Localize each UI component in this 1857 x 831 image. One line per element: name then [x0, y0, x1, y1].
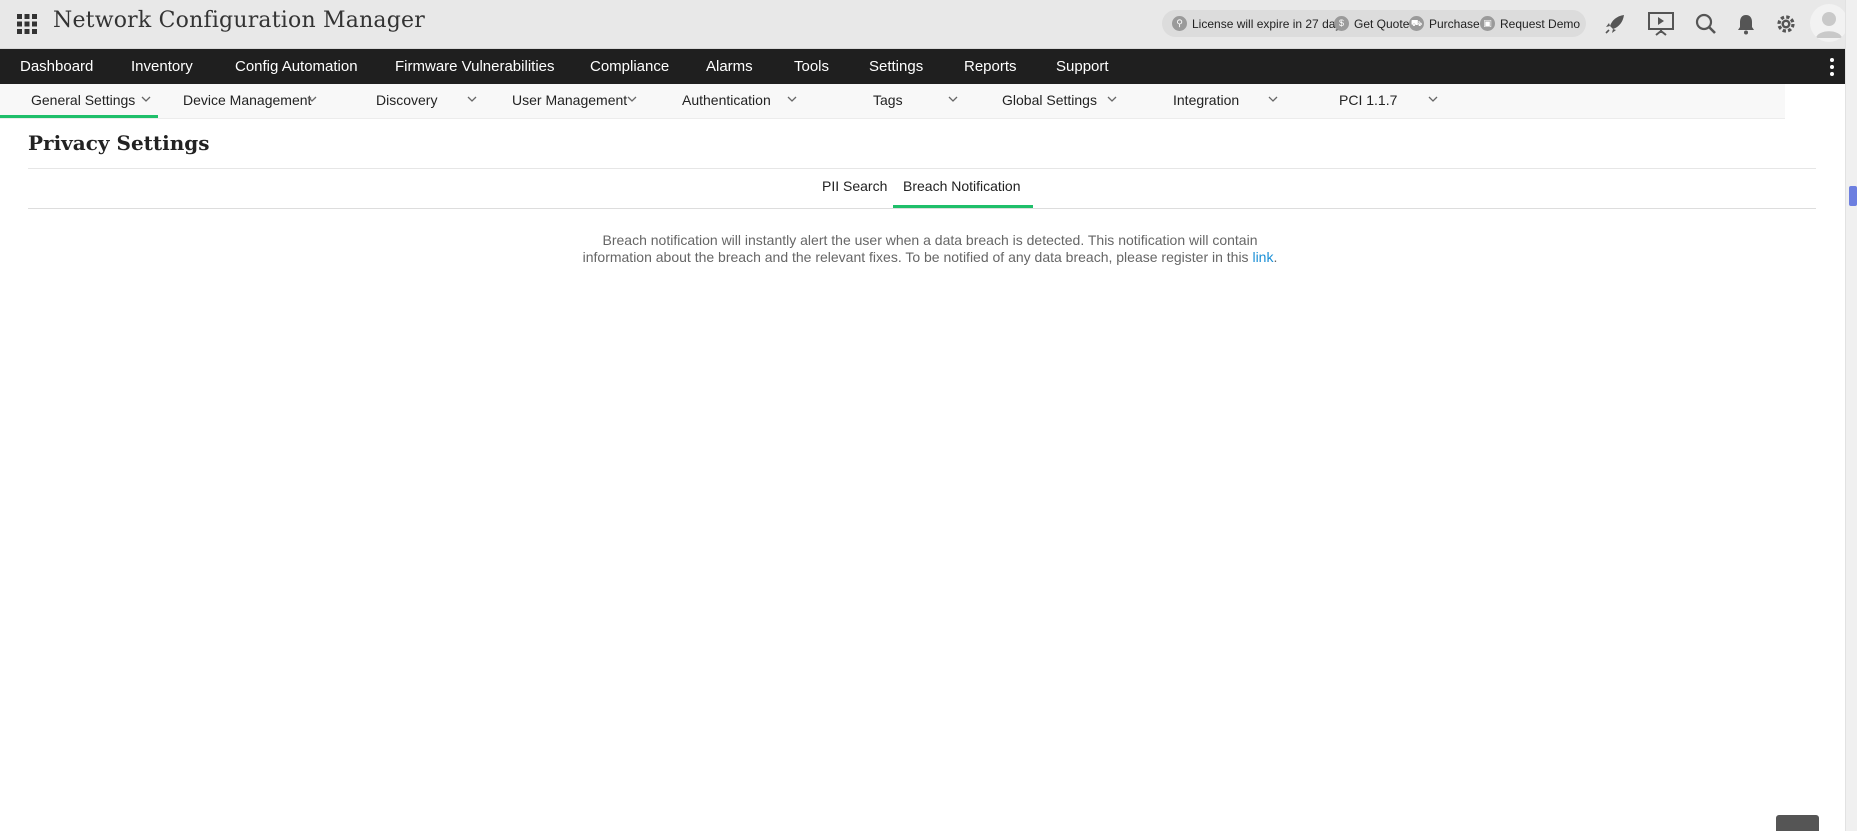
- subnav-authentication[interactable]: Authentication: [675, 84, 805, 118]
- chevron-down-icon: [307, 96, 317, 102]
- apps-grid-icon[interactable]: [16, 13, 38, 35]
- subnav-tags[interactable]: Tags: [865, 84, 965, 118]
- page-title: Privacy Settings: [28, 131, 210, 155]
- presentation-icon[interactable]: [1647, 10, 1675, 38]
- gear-icon[interactable]: [1772, 10, 1800, 38]
- chevron-down-icon: [1428, 96, 1438, 102]
- search-icon[interactable]: [1692, 10, 1720, 38]
- app-title: Network Configuration Manager: [53, 8, 425, 33]
- more-options-icon[interactable]: [1828, 57, 1836, 77]
- bell-icon[interactable]: [1732, 10, 1760, 38]
- cart-icon: ⛟: [1409, 16, 1424, 31]
- nav-settings[interactable]: Settings: [869, 49, 923, 84]
- request-demo-link[interactable]: ▣ Request Demo: [1480, 10, 1580, 37]
- license-expiry-text: License will expire in 27 days: [1192, 16, 1348, 31]
- nav-support[interactable]: Support: [1056, 49, 1109, 84]
- subnav-discovery[interactable]: Discovery: [370, 84, 480, 118]
- nav-alarms[interactable]: Alarms: [706, 49, 753, 84]
- subnav-general-settings[interactable]: General Settings: [0, 84, 158, 118]
- chevron-down-icon: [1107, 96, 1117, 102]
- chevron-down-icon: [141, 96, 151, 102]
- tab-breach-notification[interactable]: Breach Notification: [903, 178, 1021, 194]
- description-line-1: Breach notification will instantly alert…: [602, 232, 1258, 248]
- side-panel-handle[interactable]: [1849, 186, 1857, 206]
- subnav-integration[interactable]: Integration: [1165, 84, 1280, 118]
- subnav-label: PCI 1.1.7: [1339, 92, 1398, 108]
- nav-dashboard[interactable]: Dashboard: [20, 49, 93, 84]
- subnav-label: General Settings: [31, 92, 136, 108]
- purchase-link[interactable]: ⛟ Purchase: [1409, 10, 1480, 37]
- subnav-label: Device Management: [183, 92, 312, 108]
- subnav-label: Integration: [1173, 92, 1240, 108]
- active-tab-indicator: [0, 115, 158, 118]
- subnav-label: Global Settings: [1002, 92, 1097, 108]
- dollar-icon: $: [1334, 16, 1349, 31]
- license-icon: ⚲: [1172, 16, 1187, 31]
- nav-reports[interactable]: Reports: [964, 49, 1017, 84]
- subnav-label: User Management: [512, 92, 628, 108]
- rocket-icon[interactable]: [1601, 10, 1629, 38]
- main-navigation: Dashboard Inventory Config Automation Fi…: [0, 49, 1845, 84]
- chevron-down-icon: [467, 96, 477, 102]
- nav-config-automation[interactable]: Config Automation: [235, 49, 358, 84]
- breach-notification-description: Breach notification will instantly alert…: [540, 232, 1320, 266]
- subnav-device-management[interactable]: Device Management: [170, 84, 330, 118]
- nav-tools[interactable]: Tools: [794, 49, 829, 84]
- chevron-down-icon: [1268, 96, 1278, 102]
- divider: [28, 168, 1816, 169]
- register-link[interactable]: link: [1252, 249, 1273, 265]
- nav-inventory[interactable]: Inventory: [131, 49, 193, 84]
- chevron-down-icon: [627, 96, 637, 102]
- nav-firmware-vulnerabilities[interactable]: Firmware Vulnerabilities: [395, 49, 555, 84]
- subnav-global-settings[interactable]: Global Settings: [995, 84, 1125, 118]
- description-line-2: information about the breach and the rel…: [582, 249, 1278, 265]
- chat-widget-icon[interactable]: [1776, 815, 1819, 831]
- top-header: Network Configuration Manager ⚲ License …: [0, 0, 1857, 49]
- settings-subnav: General Settings Device Management Disco…: [0, 84, 1785, 119]
- request-demo-label: Request Demo: [1500, 16, 1581, 31]
- subnav-label: Tags: [873, 92, 903, 108]
- license-info-bar: ⚲ License will expire in 27 days $ Get Q…: [1162, 10, 1586, 37]
- chevron-down-icon: [787, 96, 797, 102]
- tabs-divider: [28, 208, 1816, 209]
- subnav-pci[interactable]: PCI 1.1.7: [1335, 84, 1445, 118]
- tab-pii-search[interactable]: PII Search: [822, 178, 887, 194]
- subnav-label: Authentication: [682, 92, 771, 108]
- get-quote-label: Get Quote: [1354, 16, 1410, 31]
- get-quote-link[interactable]: $ Get Quote: [1334, 10, 1409, 37]
- purchase-label: Purchase: [1429, 16, 1480, 31]
- subnav-label: Discovery: [376, 92, 438, 108]
- page-scrollbar[interactable]: [1845, 0, 1857, 831]
- nav-compliance[interactable]: Compliance: [590, 49, 669, 84]
- chevron-down-icon: [948, 96, 958, 102]
- subnav-user-management[interactable]: User Management: [505, 84, 645, 118]
- demo-icon: ▣: [1480, 16, 1495, 31]
- license-expiry[interactable]: ⚲ License will expire in 27 days: [1172, 10, 1347, 37]
- user-avatar-icon[interactable]: [1810, 4, 1848, 42]
